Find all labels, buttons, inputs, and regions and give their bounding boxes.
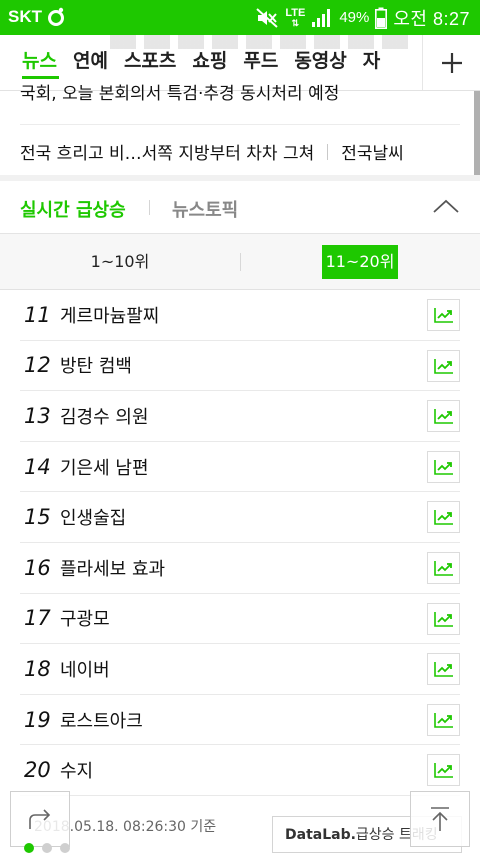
tab-1[interactable]: 연예 bbox=[65, 35, 116, 90]
list-item[interactable]: 12 방탄 컴백 bbox=[20, 341, 460, 392]
share-button[interactable] bbox=[10, 791, 70, 847]
list-item[interactable]: 16 플라세보 효과 bbox=[20, 543, 460, 594]
rank-number: 11 bbox=[24, 302, 51, 327]
trend-button[interactable] bbox=[427, 703, 460, 736]
tab-news-topic[interactable]: 뉴스토픽 bbox=[172, 196, 238, 222]
clock: 오전 8:27 bbox=[393, 8, 470, 29]
headline-partial-text: 국회, 오늘 본회의서 특검·추경 동시처리 예정 bbox=[20, 84, 340, 104]
signal-icon bbox=[312, 8, 331, 27]
range-1-10-button[interactable]: 1~10위 bbox=[80, 245, 160, 279]
category-tabs: 뉴스 연예 스포츠 쇼핑 푸드 동영상 자 bbox=[0, 35, 388, 90]
rank-number: 15 bbox=[24, 505, 51, 530]
list-item[interactable]: 14 기은세 남편 bbox=[20, 442, 460, 493]
page-indicator bbox=[24, 843, 70, 853]
rank-range-toggle: 1~10위 11~20위 bbox=[0, 234, 480, 290]
list-item[interactable]: 13 김경수 의원 bbox=[20, 391, 460, 442]
trend-button[interactable] bbox=[427, 400, 460, 433]
list-item[interactable]: 17 구광모 bbox=[20, 594, 460, 645]
headline-divider bbox=[20, 124, 460, 125]
weather-link[interactable]: 전국날씨 bbox=[341, 139, 404, 164]
headline-separator bbox=[327, 143, 329, 160]
tab-5[interactable]: 동영상 bbox=[286, 35, 354, 90]
scroll-top-icon bbox=[431, 807, 449, 831]
trend-chart-icon bbox=[433, 409, 453, 424]
tab-6[interactable]: 자 bbox=[355, 35, 388, 90]
headline-weather[interactable]: 전국 흐리고 비…서쪽 지방부터 차차 그쳐 전국날씨 bbox=[20, 139, 404, 164]
trend-chart-icon bbox=[433, 459, 453, 475]
trend-button[interactable] bbox=[427, 602, 460, 635]
list-item[interactable]: 18 네이버 bbox=[20, 644, 460, 695]
trend-chart-icon bbox=[433, 308, 453, 323]
scrollbar[interactable] bbox=[474, 91, 480, 175]
page-dot bbox=[60, 843, 70, 853]
headline-weather-text: 전국 흐리고 비…서쪽 지방부터 차차 그쳐 bbox=[20, 144, 315, 164]
tab-4[interactable]: 푸드 bbox=[235, 35, 286, 90]
carrier-circle-icon bbox=[48, 7, 64, 26]
rank-term[interactable]: 게르마늄팔찌 bbox=[60, 302, 159, 328]
list-item[interactable]: 15 인생술집 bbox=[20, 492, 460, 543]
status-bar: SKT LTE ⇅ 49% 오전 8:27 bbox=[0, 0, 480, 35]
share-arrow-icon bbox=[29, 809, 51, 829]
rank-number: 20 bbox=[24, 758, 51, 783]
rank-term[interactable]: 김경수 의원 bbox=[60, 403, 149, 429]
headline-partial[interactable]: 국회, 오늘 본회의서 특검·추경 동시처리 예정 bbox=[20, 84, 339, 110]
tab-0[interactable]: 뉴스 bbox=[0, 35, 65, 90]
rank-term[interactable]: 플라세보 효과 bbox=[60, 555, 165, 581]
rank-term[interactable]: 방탄 컴백 bbox=[60, 352, 132, 378]
rank-number: 16 bbox=[24, 555, 51, 580]
trend-chart-icon bbox=[433, 662, 453, 677]
trend-chart-icon bbox=[433, 560, 453, 576]
trend-button[interactable] bbox=[427, 754, 460, 787]
trend-button[interactable] bbox=[427, 299, 460, 331]
rank-number: 19 bbox=[24, 707, 51, 732]
page-dot bbox=[42, 843, 52, 853]
network-label: LTE bbox=[285, 6, 306, 19]
trend-button[interactable] bbox=[427, 653, 460, 686]
rank-term[interactable]: 네이버 bbox=[60, 656, 110, 682]
list-item[interactable]: 11 게르마늄팔찌 bbox=[20, 290, 460, 341]
rank-number: 14 bbox=[24, 454, 51, 479]
trend-button[interactable] bbox=[427, 501, 460, 534]
ranking-list: 11 게르마늄팔찌 12 방탄 컴백 13 김경수 의원 14 기은세 남편 15 인생술집 16 플… bbox=[20, 290, 460, 796]
plus-icon bbox=[441, 53, 462, 73]
trend-chart-icon bbox=[433, 510, 453, 526]
rank-number: 17 bbox=[24, 606, 51, 631]
chevron-up-icon[interactable] bbox=[432, 195, 460, 217]
list-item[interactable]: 20 수지 bbox=[20, 745, 460, 796]
rank-term[interactable]: 수지 bbox=[60, 757, 93, 783]
trend-button[interactable] bbox=[427, 349, 460, 382]
datalab-brand: DataLab. bbox=[285, 827, 356, 843]
carrier-label: SKT bbox=[8, 7, 42, 26]
tab-realtime-trending[interactable]: 실시간 급상승 bbox=[20, 196, 126, 222]
rank-term[interactable]: 구광모 bbox=[60, 605, 110, 631]
page-dot-active bbox=[24, 843, 34, 853]
lte-icon: LTE ⇅ bbox=[285, 6, 306, 28]
scroll-top-button[interactable] bbox=[410, 791, 470, 847]
rank-term[interactable]: 기은세 남편 bbox=[60, 454, 149, 480]
battery-percent: 49% bbox=[339, 9, 370, 26]
trend-button[interactable] bbox=[427, 551, 460, 584]
battery-icon bbox=[375, 7, 388, 29]
rank-number: 12 bbox=[24, 353, 51, 378]
category-tab-bar: 뉴스 연예 스포츠 쇼핑 푸드 동영상 자 bbox=[0, 35, 480, 91]
range-11-20-button[interactable]: 11~20위 bbox=[322, 245, 398, 279]
rank-term[interactable]: 인생술집 bbox=[60, 504, 126, 530]
rank-number: 13 bbox=[24, 403, 51, 428]
rank-number: 18 bbox=[24, 656, 51, 681]
trend-chart-icon bbox=[433, 763, 453, 779]
add-tab-button[interactable] bbox=[422, 35, 480, 90]
range-separator bbox=[240, 253, 241, 271]
list-item[interactable]: 19 로스트아크 bbox=[20, 695, 460, 746]
trend-chart-icon bbox=[433, 358, 453, 374]
rank-term[interactable]: 로스트아크 bbox=[60, 707, 143, 733]
trend-button[interactable] bbox=[427, 450, 460, 483]
tab-3[interactable]: 쇼핑 bbox=[184, 35, 235, 90]
mute-icon bbox=[256, 7, 279, 28]
realtime-tab-separator bbox=[149, 200, 150, 215]
tab-2[interactable]: 스포츠 bbox=[116, 35, 184, 90]
trend-chart-icon bbox=[433, 611, 453, 627]
trend-chart-icon bbox=[433, 712, 453, 728]
realtime-header: 실시간 급상승 뉴스토픽 bbox=[0, 181, 480, 234]
